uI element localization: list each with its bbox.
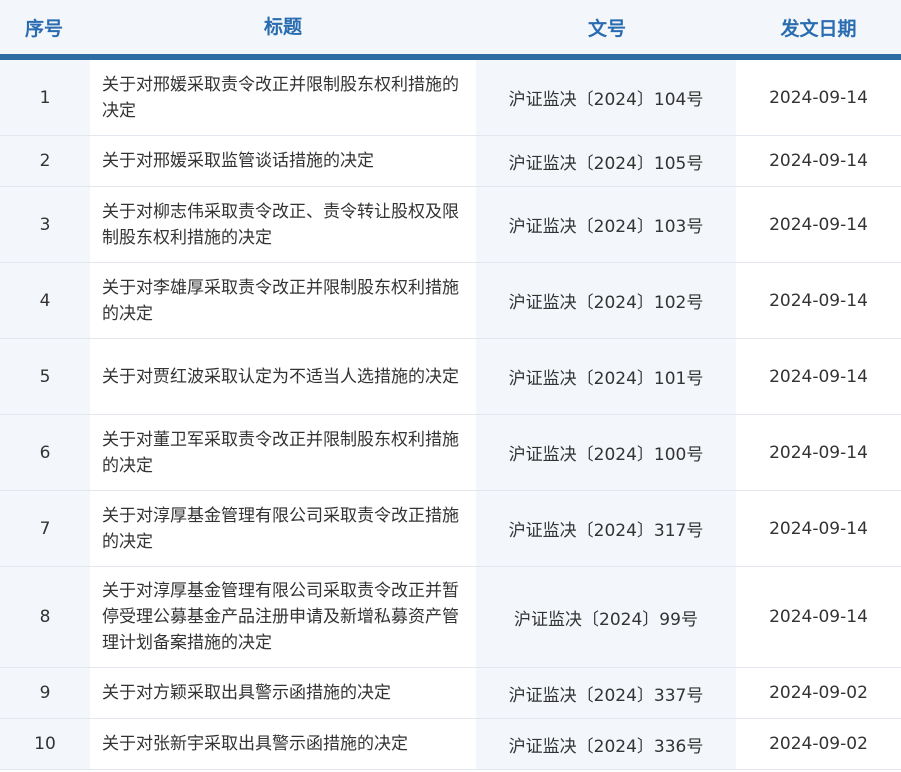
row-doc-number: 沪证监决〔2024〕337号 [476,668,736,718]
row-doc-number: 沪证监决〔2024〕105号 [476,136,736,186]
row-doc-number: 沪证监决〔2024〕99号 [476,567,736,667]
row-doc-number: 沪证监决〔2024〕103号 [476,187,736,262]
row-no: 6 [0,415,90,490]
row-no: 3 [0,187,90,262]
row-title-link[interactable]: 关于对方颖采取出具警示函措施的决定 [90,668,476,718]
row-date: 2024-09-02 [736,668,901,718]
header-title: 标题 [263,16,302,38]
row-date: 2024-09-14 [736,415,901,490]
row-no: 7 [0,491,90,566]
row-no: 2 [0,136,90,186]
row-date: 2024-09-14 [736,263,901,338]
table-row: 7 关于对淳厚基金管理有限公司采取责令改正措施的决定 沪证监决〔2024〕317… [0,491,901,567]
table-row: 3 关于对柳志伟采取责令改正、责令转让股权及限制股东权利措施的决定 沪证监决〔2… [0,187,901,263]
row-no: 10 [0,719,90,769]
row-title-link[interactable]: 关于对贾红波采取认定为不适当人选措施的决定 [90,339,476,414]
table-row: 9 关于对方颖采取出具警示函措施的决定 沪证监决〔2024〕337号 2024-… [0,668,901,719]
row-date: 2024-09-14 [736,187,901,262]
row-no: 1 [0,60,90,135]
row-no: 4 [0,263,90,338]
row-no: 9 [0,668,90,718]
row-date: 2024-09-14 [736,567,901,667]
table-row: 6 关于对董卫军采取责令改正并限制股东权利措施的决定 沪证监决〔2024〕100… [0,415,901,491]
table-row: 10 关于对张新宇采取出具警示函措施的决定 沪证监决〔2024〕336号 202… [0,719,901,770]
row-date: 2024-09-14 [736,60,901,135]
row-title-link[interactable]: 关于对邢媛采取责令改正并限制股东权利措施的决定 [90,60,476,135]
row-doc-number: 沪证监决〔2024〕104号 [476,60,736,135]
row-title-link[interactable]: 关于对张新宇采取出具警示函措施的决定 [90,719,476,769]
header-date: 发文日期 [780,17,857,40]
row-doc-number: 沪证监决〔2024〕102号 [476,263,736,338]
row-date: 2024-09-14 [736,136,901,186]
row-title-link[interactable]: 关于对淳厚基金管理有限公司采取责令改正措施的决定 [90,491,476,566]
row-title-link[interactable]: 关于对董卫军采取责令改正并限制股东权利措施的决定 [90,415,476,490]
table-row: 2 关于对邢媛采取监管谈话措施的决定 沪证监决〔2024〕105号 2024-0… [0,136,901,187]
header-doc-number: 文号 [587,17,626,40]
row-title-link[interactable]: 关于对李雄厚采取责令改正并限制股东权利措施的决定 [90,263,476,338]
row-date: 2024-09-02 [736,719,901,769]
table-header: 序号 标题 文号 发文日期 [0,0,901,54]
row-date: 2024-09-14 [736,491,901,566]
row-doc-number: 沪证监决〔2024〕317号 [476,491,736,566]
row-title-link[interactable]: 关于对淳厚基金管理有限公司采取责令改正并暂停受理公募基金产品注册申请及新增私募资… [90,567,476,667]
row-title-link[interactable]: 关于对邢媛采取监管谈话措施的决定 [90,136,476,186]
row-doc-number: 沪证监决〔2024〕101号 [476,339,736,414]
row-doc-number: 沪证监决〔2024〕100号 [476,415,736,490]
row-no: 8 [0,567,90,667]
row-date: 2024-09-14 [736,339,901,414]
table-row: 5 关于对贾红波采取认定为不适当人选措施的决定 沪证监决〔2024〕101号 2… [0,339,901,415]
row-doc-number: 沪证监决〔2024〕336号 [476,719,736,769]
row-no: 5 [0,339,90,414]
table-row: 4 关于对李雄厚采取责令改正并限制股东权利措施的决定 沪证监决〔2024〕102… [0,263,901,339]
table-row: 8 关于对淳厚基金管理有限公司采取责令改正并暂停受理公募基金产品注册申请及新增私… [0,567,901,668]
table-row: 1 关于对邢媛采取责令改正并限制股东权利措施的决定 沪证监决〔2024〕104号… [0,60,901,136]
row-title-link[interactable]: 关于对柳志伟采取责令改正、责令转让股权及限制股东权利措施的决定 [90,187,476,262]
decisions-table: 序号 标题 文号 发文日期 1 关于对邢媛采取责令改正并限制股东权利措施的决定 … [0,0,901,770]
header-no: 序号 [24,17,63,40]
